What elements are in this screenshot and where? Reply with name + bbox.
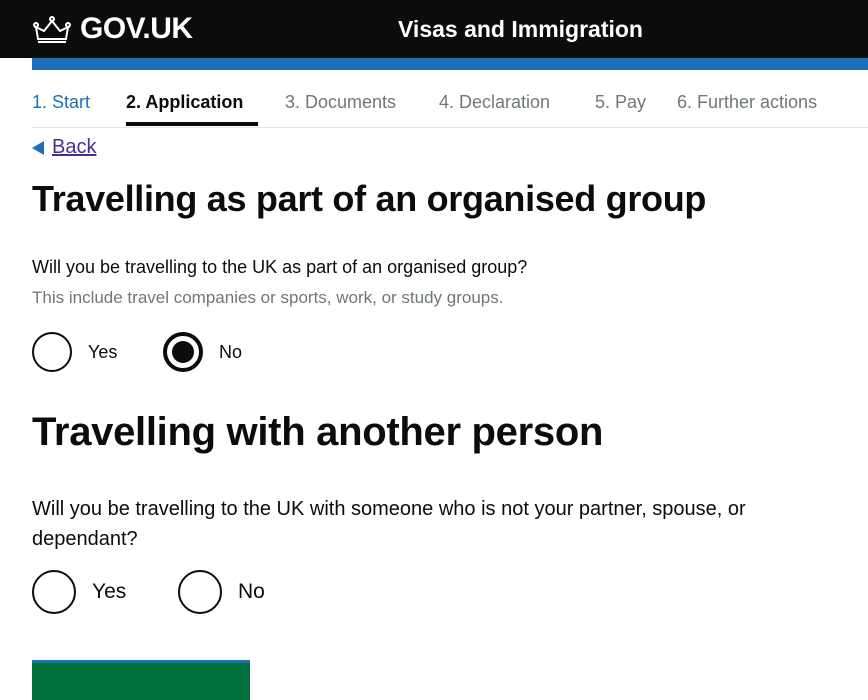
back-link[interactable]: Back <box>32 136 96 159</box>
crown-icon <box>33 16 71 43</box>
person-radio-no[interactable]: No <box>178 570 265 614</box>
radio-selected-dot <box>172 341 194 363</box>
site-header: GOV.UK Visas and Immigration <box>0 0 868 58</box>
radio-circle[interactable] <box>32 332 72 372</box>
continue-button[interactable] <box>32 660 250 700</box>
group-heading: Travelling as part of an organised group <box>32 178 707 219</box>
person-radio-yes[interactable]: Yes <box>32 570 126 614</box>
step-declaration: 4. Declaration <box>439 92 551 112</box>
radio-circle[interactable] <box>178 570 222 614</box>
step-application[interactable]: 2. Application <box>126 92 243 113</box>
person-heading: Travelling with another person <box>32 410 604 454</box>
person-question: Will you be travelling to the UK with so… <box>32 498 746 550</box>
step-start[interactable]: 1. Start <box>32 92 90 113</box>
current-step-indicator <box>126 122 258 126</box>
service-name[interactable]: Visas and Immigration <box>398 16 643 43</box>
step-further-actions: 6. Further actions <box>677 92 818 112</box>
triangle-left-icon <box>32 140 44 155</box>
group-question: Will you be travelling to the UK as part… <box>32 257 528 277</box>
radio-label-yes: Yes <box>88 341 118 362</box>
group-hint: This include travel companies or sports,… <box>32 288 504 307</box>
radio-circle-selected[interactable] <box>163 332 203 372</box>
govuk-logo-link[interactable]: GOV.UK <box>32 12 193 46</box>
radio-label-no: No <box>238 580 265 603</box>
progress-steps: 1. Start 2. Application 3. Documents 4. … <box>32 88 868 128</box>
group-radio-no[interactable]: No <box>163 332 242 372</box>
logo-text: GOV.UK <box>80 12 193 45</box>
radio-circle[interactable] <box>32 570 76 614</box>
radio-label-no: No <box>219 341 243 362</box>
step-documents: 3. Documents <box>285 92 397 112</box>
header-accent-bar <box>32 58 868 70</box>
radio-label-yes: Yes <box>92 580 127 603</box>
step-pay: 5. Pay <box>595 92 647 112</box>
back-link-label: Back <box>52 136 97 158</box>
group-radio-yes[interactable]: Yes <box>32 332 117 372</box>
